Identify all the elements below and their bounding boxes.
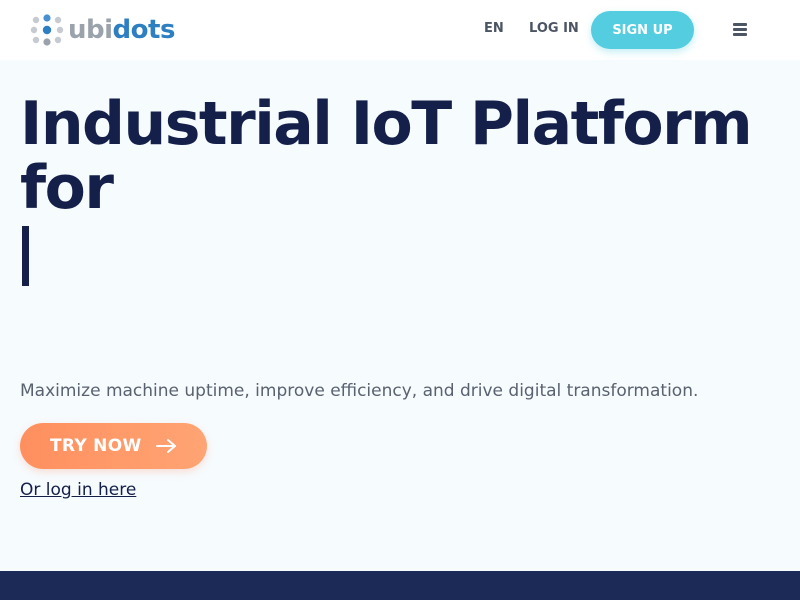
arrow-right-icon xyxy=(155,439,176,453)
hero-subtitle: Maximize machine uptime, improve efficie… xyxy=(20,381,699,401)
next-section-band xyxy=(0,571,800,600)
login-here-link[interactable]: Or log in here xyxy=(20,480,136,500)
logo-text-dots: dots xyxy=(112,15,176,45)
signup-button[interactable]: SIGN UP xyxy=(591,11,694,49)
typing-cursor xyxy=(22,226,29,286)
language-selector[interactable]: EN xyxy=(484,21,504,36)
login-nav-link[interactable]: LOG IN xyxy=(529,21,579,36)
page: ubidots EN LOG IN SIGN UP Industrial IoT… xyxy=(0,0,800,600)
try-now-label: TRY NOW xyxy=(50,436,142,456)
menu-line xyxy=(733,23,747,26)
menu-line xyxy=(733,33,747,36)
ubidots-dots-logo-icon xyxy=(30,14,64,46)
hero-title: Industrial IoT Platform for xyxy=(20,89,753,223)
menu-line xyxy=(733,28,747,31)
ubidots-logo[interactable]: ubidots xyxy=(30,12,175,48)
top-navbar: ubidots EN LOG IN SIGN UP xyxy=(0,0,800,60)
logo-text-ubi: ubi xyxy=(68,15,113,45)
try-now-button[interactable]: TRY NOW xyxy=(20,423,207,469)
hamburger-menu-icon[interactable] xyxy=(730,22,750,38)
logo-wordmark: ubidots xyxy=(68,15,175,45)
